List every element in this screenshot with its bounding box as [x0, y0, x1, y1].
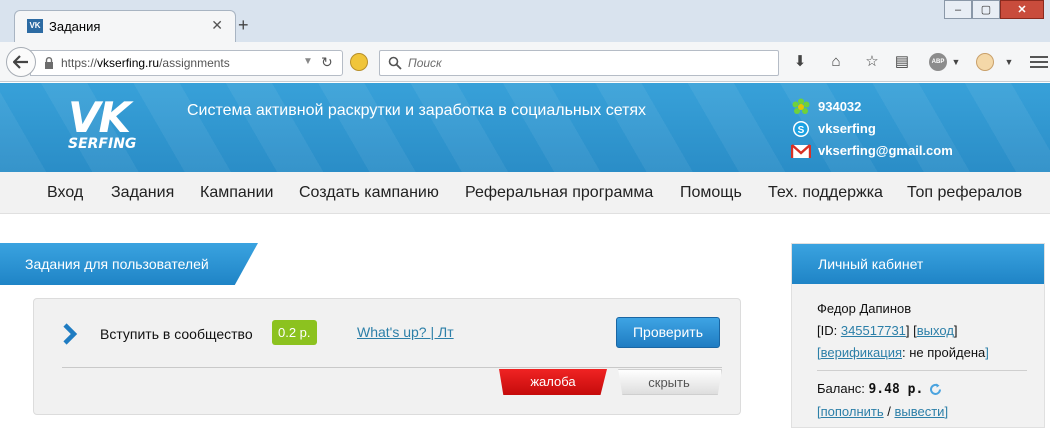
url-text: https://vkserfing.ru/assignments — [61, 56, 230, 70]
close-window-icon[interactable]: ✕ — [1000, 0, 1044, 19]
verification-link[interactable]: верификация — [821, 345, 902, 360]
search-bar[interactable]: Поиск — [379, 50, 779, 76]
sidebar-header: Личный кабинет — [792, 244, 1044, 284]
actions-slash: / — [883, 404, 895, 419]
site-logo[interactable]: VK SERFING — [68, 93, 138, 156]
sidebar-title: Личный кабинет — [818, 256, 924, 272]
menu-item-assignments[interactable]: Задания — [111, 184, 174, 202]
skype-icon: S — [793, 121, 809, 137]
main-menu: Вход Задания Кампании Создать кампанию Р… — [0, 172, 1050, 214]
user-name: Федор Дапинов — [817, 301, 912, 316]
hamburger-menu-icon[interactable] — [1030, 53, 1048, 71]
addon-emoji-icon[interactable] — [350, 53, 368, 71]
task-name: Вступить в сообщество — [100, 326, 253, 342]
id-prefix: [ID: — [817, 323, 841, 338]
balance-value: 9.48 р. — [868, 382, 924, 397]
section-title-ribbon: Задания для пользователей — [0, 243, 258, 285]
home-icon[interactable]: ⌂ — [827, 53, 845, 71]
lock-icon — [45, 57, 53, 69]
card-divider — [62, 367, 722, 368]
reading-list-icon[interactable]: ▤ — [893, 53, 911, 71]
verification-row: [верификация: не пройдена] — [817, 345, 989, 360]
adblock-dropdown-icon[interactable]: ▼ — [947, 53, 965, 71]
actions-close-bracket: ] — [944, 404, 949, 419]
user-id-row: [ID: 345517731] [выход] — [817, 323, 958, 338]
task-card: Вступить в сообщество 0.2 р. What's up? … — [33, 298, 741, 415]
id-separator: ] [ — [905, 323, 917, 338]
vk-favicon-icon: VK — [27, 19, 43, 33]
user-id-link[interactable]: 345517731 — [841, 323, 906, 338]
tab-title: Задания — [49, 19, 101, 34]
email-address: vkserfing@gmail.com — [818, 143, 953, 158]
logo-main-text: VK — [68, 93, 131, 142]
new-tab-icon[interactable]: + — [238, 15, 249, 35]
task-price-badge: 0.2 р. — [272, 320, 317, 345]
topup-link[interactable]: пополнить — [821, 404, 884, 419]
face-dropdown-icon[interactable]: ▼ — [1000, 53, 1018, 71]
window-controls: – ▢ ✕ — [944, 0, 1044, 20]
menu-item-help[interactable]: Помощь — [680, 184, 742, 202]
svg-text:S: S — [798, 125, 805, 136]
url-bar[interactable]: https://vkserfing.ru/assignments ▼ ↻ — [30, 50, 343, 76]
section-title: Задания для пользователей — [25, 256, 209, 272]
reload-icon[interactable]: ↻ — [321, 54, 333, 71]
minimize-icon[interactable]: – — [944, 0, 972, 19]
balance-row: Баланс: 9.48 р. — [817, 381, 942, 397]
bookmark-star-icon[interactable]: ☆ — [863, 53, 881, 71]
menu-item-create-campaign[interactable]: Создать кампанию — [299, 184, 439, 202]
gmail-icon — [791, 144, 811, 158]
balance-label: Баланс: — [817, 381, 869, 396]
check-button[interactable]: Проверить — [616, 317, 720, 348]
sidebar-divider — [817, 370, 1027, 371]
hide-button[interactable]: скрыть — [618, 369, 722, 395]
refresh-balance-icon[interactable] — [929, 383, 942, 396]
complain-button[interactable]: жалоба — [499, 369, 607, 395]
close-tab-icon[interactable]: ✕ — [211, 17, 223, 34]
menu-item-campaigns[interactable]: Кампании — [200, 184, 274, 202]
url-dropdown-icon[interactable]: ▼ — [303, 56, 313, 67]
logout-close-bracket: ] — [953, 323, 958, 338]
maximize-icon[interactable]: ▢ — [972, 0, 1000, 19]
back-arrow-icon — [13, 55, 28, 69]
menu-item-top-referrals[interactable]: Топ рефералов — [907, 184, 1022, 202]
menu-item-login[interactable]: Вход — [47, 184, 83, 202]
menu-item-support[interactable]: Тех. поддержка — [768, 184, 883, 202]
header-stripes — [0, 83, 1050, 172]
back-button[interactable] — [6, 47, 36, 77]
download-icon[interactable]: ⬇ — [791, 53, 809, 71]
site-header: VK SERFING Система активной раскрутки и … — [0, 83, 1050, 172]
site-tagline: Система активной раскрутки и заработка в… — [187, 102, 647, 119]
skype-name: vkserfing — [818, 121, 876, 136]
verification-status: : не пройдена — [902, 345, 986, 360]
logo-sub-text: SERFING — [68, 136, 137, 152]
balance-actions-row: [пополнить / вывести] — [817, 404, 948, 419]
verification-close-bracket: ] — [985, 345, 989, 360]
browser-titlebar: VK Задания ✕ + – ▢ ✕ — [0, 0, 1050, 42]
search-icon — [388, 56, 402, 70]
search-placeholder: Поиск — [408, 56, 442, 70]
menu-item-referral[interactable]: Реферальная программа — [465, 184, 653, 202]
browser-navbar: https://vkserfing.ru/assignments ▼ ↻ Пои… — [0, 42, 1050, 82]
adblock-icon[interactable]: ABP — [929, 53, 947, 71]
logout-link[interactable]: выход — [917, 323, 954, 338]
icq-number: 934032 — [818, 99, 862, 114]
browser-tab[interactable]: VK Задания ✕ — [14, 10, 236, 42]
withdraw-link[interactable]: вывести — [894, 404, 944, 419]
personal-cabinet: Личный кабинет Федор Дапинов [ID: 345517… — [791, 243, 1045, 428]
task-group-link[interactable]: What's up? | Лт — [357, 324, 454, 340]
icq-flower-icon — [792, 98, 810, 114]
profile-face-icon[interactable] — [976, 53, 994, 71]
chevron-right-icon — [63, 323, 78, 345]
